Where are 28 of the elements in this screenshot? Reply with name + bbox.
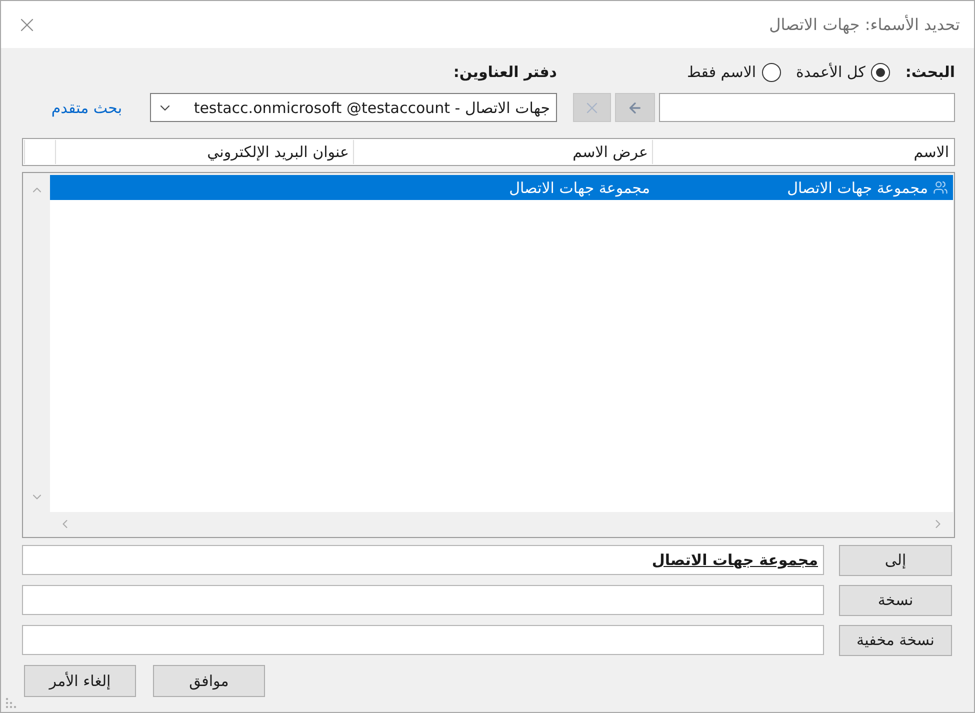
clear-button[interactable] [573,93,611,122]
dialog-button[interactable]: إلغاء الأمر [24,665,136,697]
table-cell-text: مجموعة جهات الاتصال [508,178,651,196]
advanced-search-link[interactable]: بحث متقدم [51,93,122,122]
radio-option[interactable]: كل الأعمدة [796,62,890,82]
recipient-button[interactable]: إلى [839,544,952,576]
go-button[interactable] [615,93,655,122]
search-field[interactable] [659,93,955,122]
column-header[interactable]: عنوان البريد الإلكتروني [55,140,353,164]
resize-grip-icon[interactable] [5,697,17,709]
address-book-label: دفتر العناوين: [453,63,557,81]
recipient-button[interactable]: نسخة [839,584,952,616]
recipient-button[interactable]: نسخة مخفية [839,624,952,656]
column-header[interactable]: الاسم [652,140,953,164]
recipient-name: مجموعة جهات الاتصال [652,551,818,569]
recipient-field[interactable] [22,585,824,615]
column-header[interactable]: عرض الاسم [353,140,652,164]
dropdown-value: جهات الاتصال - testacc.onmicrosoft @testaccount [194,98,550,116]
list-row[interactable]: مجموعة جهات الاتصال مجموعة جهات الاتصال [50,175,953,200]
recipient-field[interactable]: مجموعة جهات الاتصال [22,545,824,575]
search-label: البحث: [905,63,955,81]
people-icon [933,180,948,195]
window-title: تحديد الأسماء: جهات الاتصال [769,15,960,34]
table-cell: مجموعة جهات الاتصال [787,178,928,196]
recipient-field[interactable] [22,625,824,655]
radio-option[interactable]: الاسم فقط [687,62,782,82]
address-book-dropdown[interactable]: جهات الاتصال - testacc.onmicrosoft @testaccount [150,93,557,122]
dialog-button[interactable]: موافق [153,665,265,697]
